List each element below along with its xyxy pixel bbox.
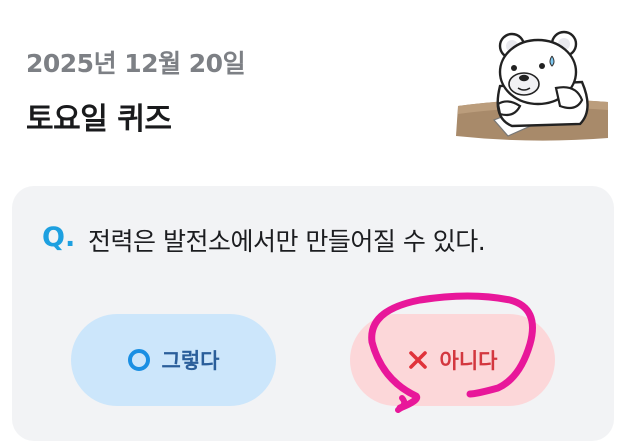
circle-o-icon xyxy=(127,349,150,371)
quiz-date: 2025년 12월 20일 xyxy=(26,49,246,78)
answer-no-label: 아니다 xyxy=(439,349,498,373)
question-marker: Q. xyxy=(42,222,76,253)
quiz-title: 토요일 퀴즈 xyxy=(26,102,172,137)
answer-yes-label: 그렇다 xyxy=(161,349,220,373)
answer-no-button[interactable]: 아니다 xyxy=(350,314,555,406)
answer-yes-button[interactable]: 그렇다 xyxy=(71,314,276,406)
question-text: 전력은 발전소에서만 만들어질 수 있다. xyxy=(88,227,486,256)
cross-x-icon xyxy=(408,351,427,369)
quiz-card: Q. 전력은 발전소에서만 만들어질 수 있다. 그렇다 아니다 xyxy=(12,186,614,441)
bear-thinking-icon xyxy=(456,30,608,141)
